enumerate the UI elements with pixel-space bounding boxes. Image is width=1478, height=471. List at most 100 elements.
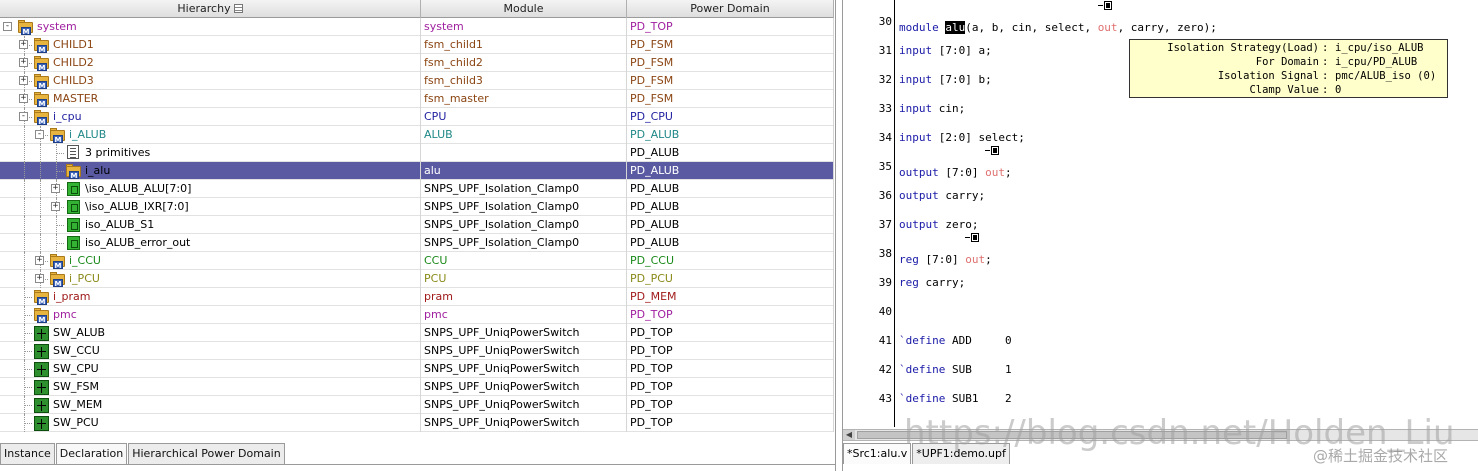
module-cell: pmc — [421, 306, 627, 324]
tree-row[interactable]: + Mi_PCU PCU PD_PCU — [0, 270, 834, 288]
code-keyword: `define — [899, 363, 946, 376]
module-cell: CCU — [421, 252, 627, 270]
tree-row[interactable]: + \iso_ALUB_IXR[7:0] SNPS_UPF_Isolation_Cl… — [0, 198, 834, 216]
expand-icon[interactable]: + — [51, 184, 60, 193]
tree-row[interactable]: + M CHILD2 fsm_child2 PD_FSM — [0, 54, 834, 72]
tree-row[interactable]: SW_CPU SNPS_UPF_UniqPowerSwitch PD_TOP — [0, 360, 834, 378]
expand-icon[interactable]: + — [19, 94, 28, 103]
tree-row[interactable]: + M MASTER fsm_master PD_FSM — [0, 90, 834, 108]
tree-row[interactable]: SW_CCU SNPS_UPF_UniqPowerSwitch PD_TOP — [0, 342, 834, 360]
code-token: [7:0] — [938, 166, 986, 179]
code-text[interactable]: output carry; — [899, 187, 985, 205]
tree-row[interactable]: + \iso_ALUB_ALU[7:0] SNPS_UPF_Isolation_Cl… — [0, 180, 834, 198]
code-token: [7:0] b; — [932, 73, 992, 86]
column-header-module[interactable]: Module — [421, 0, 627, 18]
code-line: 38 reg [7:0] out; — [843, 233, 1473, 266]
tree-row[interactable]: SW_ALUB SNPS_UPF_UniqPowerSwitch PD_TOP — [0, 324, 834, 342]
expand-icon[interactable]: + — [19, 58, 28, 67]
code-text[interactable]: reg carry; — [899, 274, 965, 292]
tab-instance[interactable]: Instance — [0, 443, 55, 464]
tree-row[interactable]: + M CHILD3 fsm_child3 PD_FSM — [0, 72, 834, 90]
code-token: [7:0] a; — [932, 44, 992, 57]
code-text[interactable]: input [7:0] b; — [899, 71, 992, 89]
column-header-hierarchy[interactable]: Hierarchy — [0, 0, 421, 18]
primitives-list-icon — [67, 145, 79, 159]
tab-hierarchical-power-domain[interactable]: Hierarchical Power Domain — [128, 443, 285, 464]
code-text[interactable]: `define SUB1 2 — [899, 390, 1012, 408]
tree-guide — [56, 216, 57, 234]
code-text[interactable]: output zero; — [899, 216, 979, 234]
column-header-power-domain[interactable]: Power Domain — [627, 0, 834, 18]
tab-src-alu[interactable]: *Src1:alu.v — [843, 443, 912, 464]
isolation-cell-icon — [65, 235, 82, 251]
tooltip-value: pmc/ALUB_iso (0) — [1335, 70, 1437, 82]
instance-name: i_pram — [53, 290, 91, 303]
tree-row[interactable]: + Mi_CCU CCU PD_CCU — [0, 252, 834, 270]
instance-name: SW_ALUB — [53, 326, 106, 339]
tree-row[interactable]: SW_FSM SNPS_UPF_UniqPowerSwitch PD_TOP — [0, 378, 834, 396]
tree-row[interactable]: 3 primitives PD_ALUB — [0, 144, 834, 162]
code-text[interactable]: `define ADD 0 — [899, 332, 1012, 350]
tree-row[interactable]: Mpmc pmc PD_TOP — [0, 306, 834, 324]
hierarchy-cell: + \iso_ALUB_ALU[7:0] — [0, 180, 421, 198]
tree-row[interactable]: Mi_pram pram PD_MEM — [0, 288, 834, 306]
tree-row[interactable]: SW_MEM SNPS_UPF_UniqPowerSwitch PD_TOP — [0, 396, 834, 414]
tree-row[interactable]: - Mi_ALUB ALUB PD_ALUB — [0, 126, 834, 144]
instance-name: SW_PCU — [53, 416, 99, 429]
tree-row[interactable]: - Mi_cpu CPU PD_CPU — [0, 108, 834, 126]
tab-declaration[interactable]: Declaration — [55, 443, 128, 464]
tooltip-value: i_cpu/iso_ALUB — [1335, 42, 1424, 54]
column-list-icon[interactable] — [233, 4, 243, 13]
scroll-left-arrow-icon[interactable]: ◀ — [843, 430, 855, 440]
power-domain-cell: PD_ALUB — [627, 162, 834, 180]
code-keyword: `define — [899, 334, 946, 347]
power-domain-cell: PD_TOP — [627, 18, 834, 36]
power-domain-cell: PD_MEM — [627, 288, 834, 306]
tree-row[interactable]: + M CHILD1 fsm_child1 PD_FSM — [0, 36, 834, 54]
code-text[interactable]: input [7:0] a; — [899, 42, 992, 60]
power-domain-cell: PD_ALUB — [627, 234, 834, 252]
module-folder-icon: M — [49, 271, 66, 288]
instance-name: 3 primitives — [85, 146, 151, 159]
expand-icon[interactable]: + — [35, 256, 44, 265]
tree-row[interactable]: Mi_alu alu PD_ALUB — [0, 162, 834, 180]
tree-guide — [40, 162, 41, 180]
code-token: [2:0] select; — [932, 131, 1025, 144]
code-token: ADD 0 — [945, 334, 1012, 347]
expand-icon[interactable]: + — [51, 202, 60, 211]
collapse-icon[interactable]: - — [35, 130, 44, 139]
expand-icon[interactable]: + — [19, 76, 28, 85]
tree-row[interactable]: iso_ALUB_S1 SNPS_UPF_Isolation_Clamp0 PD_A… — [0, 216, 834, 234]
tree-guide — [24, 180, 25, 198]
tree-row[interactable]: SW_PCU SNPS_UPF_UniqPowerSwitch PD_TOP — [0, 414, 834, 432]
collapse-icon[interactable]: - — [3, 22, 12, 31]
module-cell: SNPS_UPF_Isolation_Clamp0 — [421, 216, 627, 234]
power-domain-cell: PD_TOP — [627, 360, 834, 378]
tree-guide — [40, 216, 41, 234]
instance-name: CHILD2 — [53, 56, 94, 69]
tree-row[interactable]: iso_ALUB_error_out SNPS_UPF_Isolation_Cla… — [0, 234, 834, 252]
tree-guide — [24, 378, 25, 396]
tree-row[interactable]: - Msystem system PD_TOP — [0, 18, 834, 36]
code-text[interactable]: input [2:0] select; — [899, 129, 1025, 147]
hierarchy-cell: + M CHILD3 — [0, 72, 421, 90]
expand-icon[interactable]: + — [35, 274, 44, 283]
instance-name: system — [37, 20, 77, 33]
code-text[interactable]: module alu(a, b, cin, select, out, carry… — [899, 1, 1217, 37]
watermark-site: @稀土掘金技术社区 — [1313, 447, 1449, 465]
code-text[interactable]: input cin; — [899, 100, 965, 118]
code-text[interactable]: output [7:0] out; — [899, 146, 1012, 182]
line-number: 34 — [878, 131, 892, 144]
tree-guide — [24, 198, 25, 216]
code-text[interactable]: `define SUB 1 — [899, 361, 1012, 379]
instance-name: i_CCU — [69, 254, 101, 267]
line-number: 32 — [878, 73, 892, 86]
module-cell: SNPS_UPF_UniqPowerSwitch — [421, 324, 627, 342]
power-domain-cell: PD_FSM — [627, 36, 834, 54]
code-text[interactable]: reg [7:0] out; — [899, 233, 992, 269]
hierarchy-cell: Mi_alu — [0, 162, 421, 180]
instance-name: SW_CCU — [53, 344, 100, 357]
collapse-icon[interactable]: - — [19, 112, 28, 121]
expand-icon[interactable]: + — [19, 40, 28, 49]
code-token: [7:0] — [918, 253, 966, 266]
